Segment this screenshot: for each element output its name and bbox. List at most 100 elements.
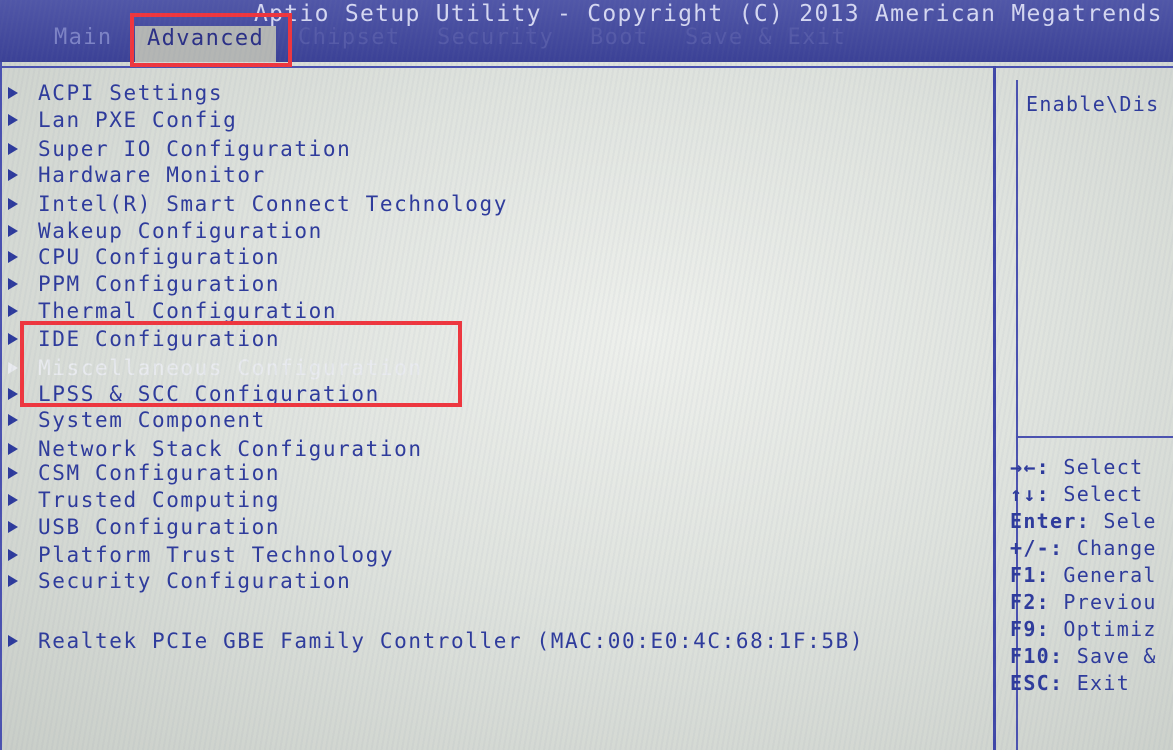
header-bar: Aptio Setup Utility - Copyright (C) 2013… <box>0 0 1173 62</box>
menu-item-smart-connect-technology[interactable]: Intel(R) Smart Connect Technology <box>8 190 508 217</box>
submenu-arrow-icon <box>8 332 18 345</box>
menu-item-csm-configuration[interactable]: CSM Configuration <box>8 459 280 486</box>
menu-item-acpi-settings[interactable]: ACPI Settings <box>8 79 223 106</box>
submenu-arrow-icon <box>8 493 18 506</box>
menu-item-cpu-configuration[interactable]: CPU Configuration <box>8 243 280 270</box>
key-name: ESC: <box>1010 671 1064 695</box>
submenu-arrow-icon <box>8 520 18 533</box>
key-name: Enter: <box>1010 509 1091 533</box>
submenu-arrow-icon <box>8 142 18 155</box>
key-action: Select <box>1063 482 1144 506</box>
submenu-arrow-icon <box>8 224 18 237</box>
key-action: Select <box>1063 455 1144 479</box>
menu-item-system-component[interactable]: System Component <box>8 406 266 433</box>
key-action: Sele <box>1103 509 1157 533</box>
key-legend-row: →←: Select <box>1010 454 1173 481</box>
submenu-arrow-icon <box>8 574 18 587</box>
menu-item-label: Miscellaneous Configuration <box>38 355 423 380</box>
key-name: F9: <box>1010 617 1051 641</box>
menu-item-miscellaneous-configuration[interactable]: Miscellaneous Configuration <box>8 354 423 381</box>
submenu-arrow-icon <box>8 442 18 455</box>
menu-item-usb-configuration[interactable]: USB Configuration <box>8 513 280 540</box>
tab-security[interactable]: Security <box>437 24 554 62</box>
menu-item-trusted-computing[interactable]: Trusted Computing <box>8 486 280 513</box>
menu-item-label: CPU Configuration <box>38 244 281 269</box>
menu-item-ppm-configuration[interactable]: PPM Configuration <box>8 270 280 297</box>
frame-divider <box>993 66 996 750</box>
key-name: ↑↓: <box>1010 482 1051 506</box>
key-name: F2: <box>1010 590 1051 614</box>
key-legend-row: F1: General <box>1010 562 1173 589</box>
key-legend: →←: Select ↑↓: Select Enter: Sele +/-: C… <box>1010 454 1173 697</box>
key-name: F1: <box>1010 563 1051 587</box>
help-description: Enable\Dis <box>1026 92 1160 116</box>
menu-item-label: Trusted Computing <box>38 487 281 512</box>
tab-chipset[interactable]: Chipset <box>298 24 401 62</box>
menu-item-realtek-pcie-gbe[interactable]: Realtek PCIe GBE Family Controller (MAC:… <box>8 627 864 654</box>
menu-item-label: Wakeup Configuration <box>38 218 323 243</box>
menu-item-label: LPSS & SCC Configuration <box>38 381 380 406</box>
key-legend-row: F9: Optimiz <box>1010 616 1173 643</box>
menu-item-lan-pxe-config[interactable]: Lan PXE Config <box>8 106 237 133</box>
key-action: Optimiz <box>1063 617 1157 641</box>
key-name: →←: <box>1010 455 1051 479</box>
key-legend-row: +/-: Change <box>1010 535 1173 562</box>
menu-item-lpss-scc-configuration[interactable]: LPSS & SCC Configuration <box>8 380 380 407</box>
submenu-arrow-icon <box>8 113 18 126</box>
menu-item-label: CSM Configuration <box>38 460 281 485</box>
menu-item-label: Security Configuration <box>38 568 352 593</box>
submenu-arrow-icon <box>8 548 18 561</box>
menu-item-label: Realtek PCIe GBE Family Controller (MAC:… <box>38 628 865 653</box>
key-action: General <box>1063 563 1157 587</box>
menu-item-label: Intel(R) Smart Connect Technology <box>38 191 509 216</box>
key-name: +/-: <box>1010 536 1064 560</box>
menu-item-thermal-configuration[interactable]: Thermal Configuration <box>8 297 337 324</box>
submenu-arrow-icon <box>8 304 18 317</box>
tab-bar: Main Advanced Chipset Security Boot Save… <box>0 24 1173 62</box>
menu-item-label: Network Stack Configuration <box>38 436 423 461</box>
menu-item-label: IDE Configuration <box>38 326 281 351</box>
key-legend-row: F10: Save & <box>1010 643 1173 670</box>
bios-screen: Aptio Setup Utility - Copyright (C) 2013… <box>0 0 1173 750</box>
tab-save-exit[interactable]: Save & Exit <box>685 24 846 62</box>
submenu-arrow-icon <box>8 466 18 479</box>
key-legend-row: ↑↓: Select <box>1010 481 1173 508</box>
menu-item-label: Platform Trust Technology <box>38 542 395 567</box>
submenu-arrow-icon <box>8 168 18 181</box>
submenu-arrow-icon <box>8 277 18 290</box>
menu-item-hardware-monitor[interactable]: Hardware Monitor <box>8 161 266 188</box>
key-action: Change <box>1076 536 1157 560</box>
key-action: Save & <box>1076 644 1157 668</box>
tab-boot[interactable]: Boot <box>590 24 649 62</box>
menu-item-security-configuration[interactable]: Security Configuration <box>8 567 351 594</box>
submenu-arrow-icon <box>8 250 18 263</box>
frame-left-border <box>0 62 2 750</box>
key-action: Exit <box>1076 671 1131 695</box>
submenu-arrow-icon <box>8 634 18 647</box>
key-legend-row: ESC: Exit <box>1010 670 1173 697</box>
menu-item-label: Thermal Configuration <box>38 298 338 323</box>
submenu-arrow-icon <box>8 387 18 400</box>
frame-top-border <box>0 66 1173 68</box>
menu-item-label: Hardware Monitor <box>38 162 266 187</box>
submenu-arrow-icon <box>8 361 18 374</box>
help-separator <box>1016 436 1173 438</box>
key-legend-row: Enter: Sele <box>1010 508 1173 535</box>
tab-advanced[interactable]: Advanced <box>135 26 277 62</box>
submenu-arrow-icon <box>8 413 18 426</box>
menu-item-wakeup-configuration[interactable]: Wakeup Configuration <box>8 217 323 244</box>
menu-item-ide-configuration[interactable]: IDE Configuration <box>8 325 280 352</box>
key-legend-row: F2: Previou <box>1010 589 1173 616</box>
menu-item-super-io-configuration[interactable]: Super IO Configuration <box>8 135 351 162</box>
tab-main[interactable]: Main <box>54 24 113 62</box>
key-action: Previou <box>1063 590 1157 614</box>
menu-item-platform-trust-technology[interactable]: Platform Trust Technology <box>8 541 394 568</box>
menu-item-label: System Component <box>38 407 266 432</box>
menu-item-label: ACPI Settings <box>38 80 224 105</box>
menu-item-network-stack-configuration[interactable]: Network Stack Configuration <box>8 435 423 462</box>
menu-item-label: PPM Configuration <box>38 271 281 296</box>
submenu-arrow-icon <box>8 86 18 99</box>
menu-item-label: Super IO Configuration <box>38 136 352 161</box>
menu-item-label: Lan PXE Config <box>38 107 238 132</box>
submenu-arrow-icon <box>8 197 18 210</box>
